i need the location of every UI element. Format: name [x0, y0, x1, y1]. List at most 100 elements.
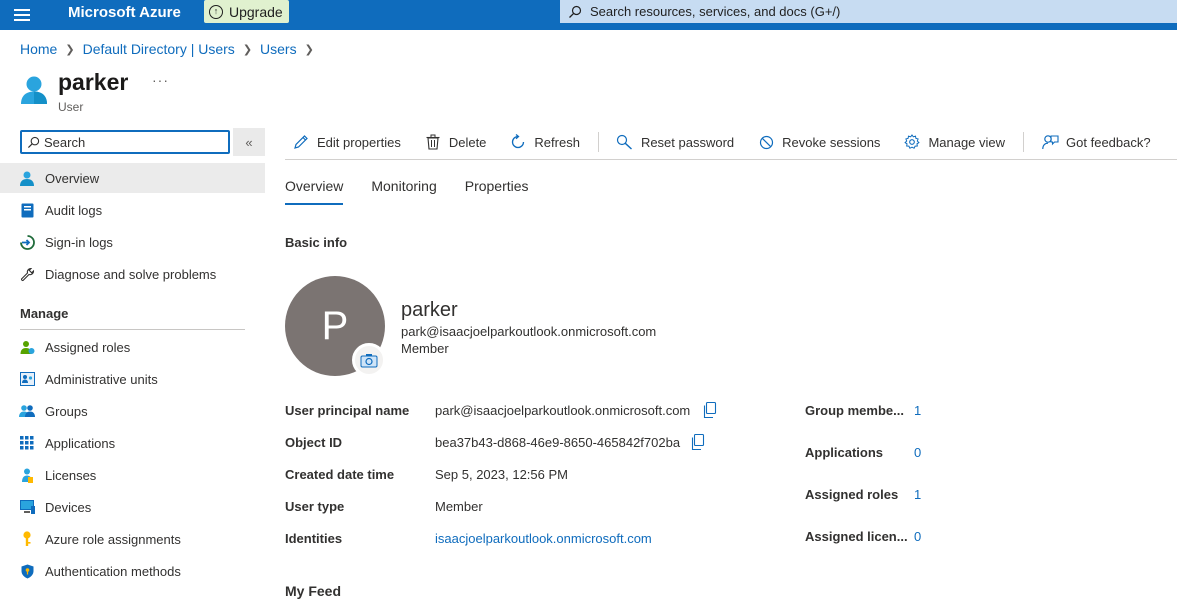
property-label: Object ID: [285, 435, 343, 450]
stat-label: Assigned licen...: [805, 529, 908, 544]
refresh-label: Refresh: [534, 134, 580, 150]
sidebar-item-label: Groups: [45, 403, 88, 419]
reset-password-label: Reset password: [640, 134, 735, 150]
change-photo-button[interactable]: [352, 343, 386, 377]
copy-icon[interactable]: [690, 434, 706, 450]
device-icon: [19, 499, 35, 515]
sidebar-item-label: Authentication methods: [45, 563, 181, 579]
collapse-sidebar-button[interactable]: «: [233, 128, 265, 156]
assigned-roles-count[interactable]: 1: [914, 487, 921, 502]
camera-icon: [360, 353, 378, 367]
delete-label: Delete: [448, 134, 487, 150]
groups-icon: [19, 403, 35, 419]
sidebar-item-label: Administrative units: [45, 371, 158, 387]
property-label: Identities: [285, 531, 343, 546]
hamburger-menu-icon[interactable]: [12, 6, 32, 24]
sidebar-item-devices[interactable]: Devices: [0, 492, 265, 522]
copy-icon[interactable]: [702, 402, 718, 418]
refresh-button[interactable]: Refresh: [502, 128, 580, 156]
manage-view-label: Manage view: [928, 134, 1006, 150]
property-value: Sep 5, 2023, 12:56 PM: [435, 467, 568, 482]
refresh-icon: [509, 133, 527, 151]
stat-label: Applications: [805, 445, 884, 460]
chevron-right-icon: ❯: [65, 43, 75, 56]
identities-link[interactable]: isaacjoelparkoutlook.onmicrosoft.com: [435, 531, 652, 546]
page-title: parker: [58, 69, 129, 95]
sidebar-item-azure-role-assignments[interactable]: Azure role assignments: [0, 524, 265, 554]
brand-title[interactable]: Microsoft Azure: [68, 3, 181, 22]
sidebar-item-label: Devices: [45, 499, 92, 515]
sidebar-item-overview[interactable]: Overview: [0, 163, 265, 193]
sidebar-item-label: Sign-in logs: [45, 234, 113, 250]
revoke-sessions-label: Revoke sessions: [782, 134, 881, 150]
breadcrumb-directory-users[interactable]: Default Directory | Users: [83, 41, 235, 57]
profile-email: park@isaacjoelparkoutlook.onmicrosoft.co…: [401, 324, 657, 339]
sidebar-item-assigned-roles[interactable]: Assigned roles: [0, 332, 265, 362]
search-icon: [27, 136, 40, 148]
edit-properties-button[interactable]: Edit properties: [285, 128, 401, 156]
sidebar-search-input[interactable]: [44, 134, 214, 150]
property-value: Member: [435, 499, 483, 514]
profile-name: parker: [401, 299, 458, 321]
sidebar-search-field[interactable]: [20, 130, 230, 154]
feedback-button[interactable]: Got feedback?: [1034, 128, 1151, 156]
basic-info-heading: Basic info: [285, 235, 348, 250]
search-icon: [569, 5, 582, 18]
assigned-licenses-count[interactable]: 0: [914, 529, 921, 544]
sidebar-item-label: Diagnose and solve problems: [45, 266, 217, 282]
manage-view-button[interactable]: Manage view: [896, 128, 1005, 156]
sidebar-item-label: Assigned roles: [45, 339, 131, 355]
chevron-right-icon: ❯: [304, 43, 314, 56]
block-icon: [757, 133, 775, 151]
tab-monitoring[interactable]: Monitoring: [371, 178, 436, 205]
sidebar-item-diagnose[interactable]: Diagnose and solve problems: [0, 259, 265, 289]
global-search-placeholder: Search resources, services, and docs (G+…: [590, 4, 841, 19]
toolbar-separator: [597, 132, 599, 152]
sidebar-item-authentication-methods[interactable]: Authentication methods: [0, 556, 265, 586]
profile-user-type: Member: [401, 341, 449, 356]
stat-label: Assigned roles: [805, 487, 899, 502]
breadcrumb-users[interactable]: Users: [260, 41, 297, 57]
property-label: User principal name: [285, 403, 410, 418]
toolbar-divider: [285, 159, 1177, 160]
more-options-button[interactable]: ···: [152, 72, 169, 88]
sidebar-item-audit-logs[interactable]: Audit logs: [0, 195, 265, 225]
applications-count[interactable]: 0: [914, 445, 921, 460]
sidebar-item-applications[interactable]: Applications: [0, 428, 265, 458]
stat-label: Group membe...: [805, 403, 904, 418]
shield-icon: [19, 563, 35, 579]
breadcrumb-home[interactable]: Home: [20, 41, 57, 57]
key-icon: [19, 531, 35, 547]
upgrade-label: Upgrade: [229, 3, 283, 20]
sign-in-icon: [19, 234, 35, 250]
chevron-right-icon: ❯: [242, 43, 253, 56]
property-label: User type: [285, 499, 345, 514]
tab-overview[interactable]: Overview: [285, 178, 344, 205]
sidebar-item-sign-in-logs[interactable]: Sign-in logs: [0, 227, 265, 257]
command-bar: Edit properties Delete Refresh Reset pas…: [285, 128, 1167, 156]
pencil-icon: [292, 133, 310, 151]
tab-properties[interactable]: Properties: [465, 178, 529, 205]
sidebar-item-label: Applications: [45, 435, 116, 451]
breadcrumb: Home ❯ Default Directory | Users ❯ Users…: [20, 41, 322, 57]
sidebar-section-manage: Manage: [20, 306, 69, 321]
reset-password-button[interactable]: Reset password: [609, 128, 734, 156]
sidebar-item-licenses[interactable]: Licenses: [0, 460, 265, 490]
edit-properties-label: Edit properties: [317, 134, 401, 150]
wrench-icon: [19, 266, 35, 282]
top-bar: Microsoft Azure ↑ Upgrade Search resourc…: [0, 0, 1177, 30]
sidebar-item-groups[interactable]: Groups: [0, 396, 265, 426]
book-icon: [19, 202, 35, 218]
tab-bar: Overview Monitoring Properties: [285, 178, 557, 205]
revoke-sessions-button[interactable]: Revoke sessions: [750, 128, 880, 156]
upgrade-button[interactable]: ↑ Upgrade: [204, 0, 289, 23]
sidebar-item-label: Audit logs: [45, 202, 103, 218]
feedback-label: Got feedback?: [1066, 134, 1151, 150]
admin-units-icon: [19, 371, 35, 387]
key-search-icon: [616, 133, 634, 151]
global-search-input[interactable]: Search resources, services, and docs (G+…: [560, 0, 1177, 23]
sidebar-item-administrative-units[interactable]: Administrative units: [0, 364, 265, 394]
sidebar-item-label: Licenses: [45, 467, 97, 483]
delete-button[interactable]: Delete: [417, 128, 487, 156]
group-memberships-count[interactable]: 1: [914, 403, 921, 418]
